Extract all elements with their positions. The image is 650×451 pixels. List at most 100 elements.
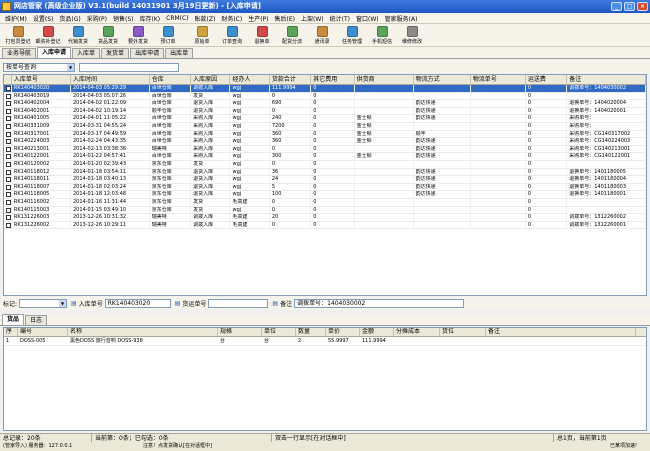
table-row[interactable]: RK140120002 2014-01-20 02:39:43 京东仓库 发货 wgj 0… bbox=[4, 160, 646, 169]
row-checkbox[interactable] bbox=[6, 199, 11, 205]
chevron-down-icon[interactable]: ▼ bbox=[59, 300, 67, 307]
tab-item[interactable]: 入库申请 bbox=[37, 47, 72, 58]
menu-item[interactable]: 生产(P) bbox=[245, 14, 271, 23]
table-row[interactable]: RK140115003 2014-01-15 03:49:10 京东仓库 发货 wgj 0… bbox=[4, 206, 646, 215]
table-row[interactable]: RK140118007 2014-01-18 02:03:24 京东仓库 退货入库 wg… bbox=[4, 183, 646, 192]
column-header[interactable]: 数量 bbox=[296, 328, 326, 336]
row-checkbox[interactable] bbox=[6, 215, 11, 221]
toolbar-button[interactable]: 打包员登记 bbox=[3, 24, 33, 46]
column-header[interactable]: 编号 bbox=[18, 328, 68, 336]
column-header[interactable]: 经办人 bbox=[230, 75, 270, 84]
maximize-button[interactable]: □ bbox=[624, 2, 635, 11]
toolbar-button[interactable]: 原始单 bbox=[187, 24, 217, 46]
row-checkbox[interactable] bbox=[6, 184, 11, 190]
row-checkbox[interactable] bbox=[6, 116, 11, 122]
query-mode-select[interactable]: 按单号查询 ▼ bbox=[3, 62, 75, 72]
column-header[interactable]: 单价 bbox=[326, 328, 360, 336]
toolbar-button[interactable]: 退换单 bbox=[247, 24, 277, 46]
column-header[interactable]: 货位 bbox=[440, 328, 486, 336]
row-checkbox[interactable] bbox=[6, 86, 11, 91]
toolbar-button[interactable]: 手机短信 bbox=[367, 24, 397, 46]
row-checkbox[interactable] bbox=[6, 207, 11, 213]
tab-item[interactable]: 入库单 bbox=[72, 48, 101, 58]
row-checkbox[interactable] bbox=[6, 146, 11, 152]
row-checkbox[interactable] bbox=[6, 139, 11, 145]
remark-field[interactable]: 调拨单号：1404030002 bbox=[294, 299, 465, 308]
column-header[interactable]: 入库原因 bbox=[191, 75, 231, 84]
menu-item[interactable]: 财务(C) bbox=[218, 14, 245, 23]
menu-item[interactable]: 销售(S) bbox=[110, 14, 137, 23]
table-row[interactable]: RK140402004 2014-04-02 01:22:09 百世仓库 退货入库 wg… bbox=[4, 100, 646, 108]
row-checkbox[interactable] bbox=[6, 123, 11, 129]
table-row[interactable]: RK140118012 2014-01-18 03:54:11 京东仓库 退货入库 wg… bbox=[4, 168, 646, 177]
table-row[interactable]: RK140317001 2014-03-17 04:49:59 百世仓库 采购入库 wg… bbox=[4, 130, 646, 139]
search-input[interactable] bbox=[79, 62, 179, 72]
table-row[interactable]: RK140402001 2014-04-02 10:19:14 顺丰仓库 退货入库 wg… bbox=[4, 107, 646, 116]
row-checkbox[interactable] bbox=[6, 108, 11, 114]
column-header[interactable]: 供货商 bbox=[355, 75, 414, 84]
toolbar-button[interactable]: 维修修改 bbox=[397, 24, 427, 46]
tab-item[interactable]: 出库申请 bbox=[130, 48, 165, 58]
chevron-down-icon[interactable]: ▼ bbox=[67, 63, 74, 71]
row-checkbox[interactable] bbox=[6, 93, 11, 99]
ship-no-field[interactable] bbox=[208, 299, 269, 308]
toolbar-button[interactable]: 配货分流 bbox=[277, 24, 307, 46]
table-row[interactable]: RK140401005 2014-04-01 11:05:22 百世仓库 采购入库 wg… bbox=[4, 115, 646, 123]
tag-select[interactable]: ▼ bbox=[19, 299, 68, 308]
column-header[interactable]: 规格 bbox=[218, 328, 262, 336]
row-checkbox[interactable] bbox=[6, 222, 11, 228]
close-button[interactable]: × bbox=[637, 2, 648, 11]
table-row[interactable]: RK131226003 2013-12-26 10:31:32 瑞美特 调拨入库 毛高建… bbox=[4, 214, 646, 222]
goods-row[interactable]: 1 DOSS-005 黑色DOSS 旅行音响 DOSS-938 台 台 2 55.9997 1… bbox=[4, 337, 646, 346]
column-header[interactable]: 入库单号 bbox=[12, 75, 71, 84]
column-header[interactable]: 仓库 bbox=[150, 75, 192, 84]
table-row[interactable]: RK140224003 2014-02-24 04:43:35 百世仓库 采购入库 wg… bbox=[4, 138, 646, 146]
row-checkbox[interactable] bbox=[6, 177, 11, 183]
toolbar-button[interactable]: 预订单 bbox=[153, 24, 183, 46]
toolbar-button[interactable]: 邮资补登记 bbox=[33, 24, 63, 46]
row-checkbox[interactable] bbox=[6, 161, 11, 167]
table-row[interactable]: RK131226002 2013-12-26 10:29:11 瑞美特 调拨入库 毛高建… bbox=[4, 221, 646, 230]
table-row[interactable]: RK140403020 2014-04-03 05:29:29 百世仓库 调拨入库 wg… bbox=[4, 85, 646, 93]
column-header[interactable]: 其它费用 bbox=[311, 75, 355, 84]
menu-item[interactable]: 货品(G) bbox=[56, 14, 83, 23]
toolbar-button[interactable]: 货品发货 bbox=[93, 24, 123, 46]
menu-item[interactable]: CRM(C) bbox=[163, 15, 191, 22]
toolbar-button[interactable]: 要外发货 bbox=[123, 24, 153, 46]
row-checkbox[interactable] bbox=[6, 192, 11, 198]
column-header[interactable]: 备注 bbox=[486, 328, 636, 336]
toolbar-button[interactable]: 通讯录 bbox=[307, 24, 337, 46]
table-row[interactable]: RK140118005 2014-01-18 12:03:48 京东仓库 退货入库 wg… bbox=[4, 191, 646, 199]
table-row[interactable]: RK140116002 2014-01-16 11:31:44 京东仓库 发货 毛高建 0… bbox=[4, 198, 646, 207]
column-header[interactable]: 物流方式 bbox=[414, 75, 471, 84]
menu-item[interactable]: 统计(T) bbox=[327, 14, 353, 23]
menu-item[interactable]: 采购(P) bbox=[84, 14, 110, 23]
tab-item[interactable]: 发货单 bbox=[101, 48, 130, 58]
minimize-button[interactable]: _ bbox=[611, 2, 622, 11]
column-header[interactable]: 金额 bbox=[360, 328, 394, 336]
table-row[interactable]: RK140122001 2014-01-22 04:57:41 百世仓库 采购入库 wg… bbox=[4, 153, 646, 161]
column-header[interactable]: 单位 bbox=[262, 328, 296, 336]
column-header[interactable]: 入库时间 bbox=[71, 75, 150, 84]
row-checkbox[interactable] bbox=[6, 169, 11, 175]
detail-tab[interactable]: 货品 bbox=[2, 314, 25, 325]
toolbar-button[interactable]: 代销发货 bbox=[63, 24, 93, 46]
table-row[interactable]: RK140118011 2014-01-18 03:40:13 京东仓库 退货入库 wg… bbox=[4, 176, 646, 184]
menu-item[interactable]: 窗口(W) bbox=[353, 14, 382, 23]
toolbar-button[interactable]: 任务管理 bbox=[337, 24, 367, 46]
row-checkbox[interactable] bbox=[6, 131, 11, 137]
column-header[interactable]: 分摊成本 bbox=[394, 328, 440, 336]
menu-item[interactable]: 库存(K) bbox=[137, 14, 164, 23]
tab-item[interactable]: 业务导航 bbox=[2, 48, 37, 58]
column-header[interactable]: 货款合计 bbox=[270, 75, 312, 84]
menu-item[interactable]: 维护(M) bbox=[2, 14, 30, 23]
column-header[interactable]: 运送费 bbox=[526, 75, 568, 84]
menu-item[interactable]: 设置(S) bbox=[30, 14, 57, 23]
table-row[interactable]: RK140403019 2014-04-03 05:07:26 百世仓库 发货 wgj 0… bbox=[4, 92, 646, 101]
inbound-no-field[interactable]: RK140403020 bbox=[104, 299, 171, 308]
column-header[interactable]: 名称 bbox=[68, 328, 218, 336]
column-header[interactable]: 物流单号 bbox=[471, 75, 526, 84]
table-row[interactable]: RK140331009 2014-03-31 04:55:24 百世仓库 采购入库 wg… bbox=[4, 122, 646, 131]
menu-item[interactable]: 上架(W) bbox=[298, 14, 327, 23]
tab-item[interactable]: 出库单 bbox=[165, 48, 194, 58]
